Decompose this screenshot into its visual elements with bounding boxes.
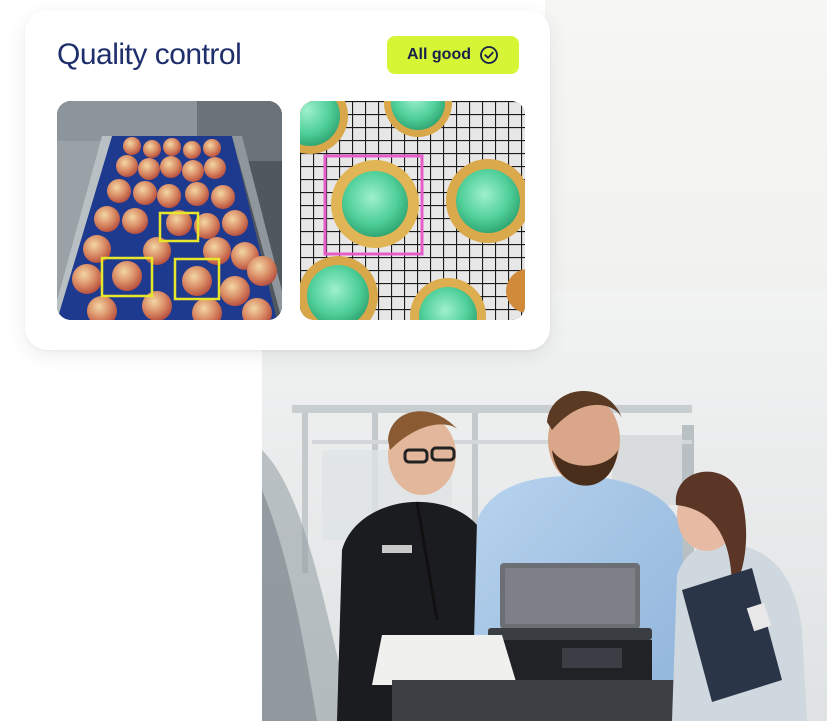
status-badge: All good xyxy=(387,36,519,74)
card-title: Quality control xyxy=(57,38,242,71)
team-photo xyxy=(262,290,827,721)
cupcakes-image xyxy=(300,101,525,320)
status-label: All good xyxy=(407,46,471,63)
apples-conveyor-image xyxy=(57,101,282,320)
check-circle-icon xyxy=(479,45,499,65)
quality-control-card: Quality control All good xyxy=(25,10,550,350)
background-panel xyxy=(545,0,827,290)
